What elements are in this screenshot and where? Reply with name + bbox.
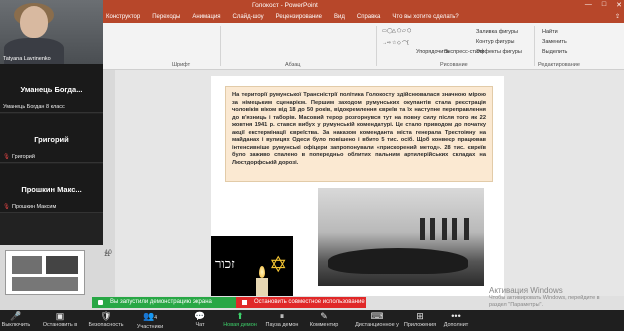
tab-animation[interactable]: Анимация	[186, 12, 226, 23]
tab-transitions[interactable]: Переходы	[146, 12, 186, 23]
pause-share-button[interactable]: ⏸ Пауза демон	[258, 311, 306, 328]
pencil-icon: ✎	[320, 311, 328, 321]
screen-share-notice: Вы запустили демонстрацию экрана	[92, 297, 258, 308]
group-editing-label: Редактирование	[538, 62, 580, 68]
slide-thumbnail-11[interactable]	[5, 250, 85, 295]
participant-label: Уманець Богдан 8 класс	[3, 104, 65, 110]
group-font-label: Шрифт	[172, 62, 191, 68]
tab-slideshow[interactable]: Слайд-шоу	[227, 12, 270, 23]
close-button[interactable]: ✕	[616, 1, 622, 9]
thumbnail-number-11: 11	[104, 252, 111, 258]
slide-stage: На території румунської Трансністрії пол…	[115, 70, 624, 310]
shapes-gallery[interactable]: ▭ ◯ △ ⬠ ▱ ⬡ → ⇨ ☆ ◇ ⌒{	[382, 28, 414, 52]
find-button[interactable]: Найти	[542, 29, 558, 35]
more-icon: •••	[451, 311, 461, 321]
slide-text-box[interactable]: На території румунської Трансністрії пол…	[225, 86, 493, 182]
select-button[interactable]: Выделить	[542, 49, 567, 55]
participant-name: Прошкин Макс...	[21, 185, 82, 194]
historical-photo[interactable]	[318, 188, 484, 286]
security-button[interactable]: 🛡 Безопасность	[82, 311, 130, 328]
participants-icon: 👥4	[143, 311, 157, 321]
microphone-icon: 🎤	[10, 311, 22, 321]
mic-muted-icon: 🎙	[3, 204, 10, 210]
stop-icon	[242, 300, 247, 305]
minimize-button[interactable]: —	[585, 1, 592, 9]
zoom-toolbar: 🎤 Выключить ▣ Остановить в 🛡 Безопасность 👥…	[0, 310, 624, 331]
participant-name: Григорий	[34, 135, 69, 144]
mic-muted-icon: 🎙	[3, 154, 10, 160]
participant-label: Григорий	[11, 154, 35, 160]
participant-tile[interactable]: Прошкин Макс... 🎙 Прошкин Максим	[0, 164, 103, 213]
participant-label: Tatyana Lavrinenko	[3, 56, 51, 62]
stop-video-button[interactable]: ▣ Остановить в	[36, 311, 84, 328]
maximize-button[interactable]: □	[602, 1, 606, 9]
group-paragraph-label: Абзац	[285, 62, 301, 68]
slide-canvas[interactable]: На території румунської Трансністрії пол…	[211, 76, 504, 310]
replace-button[interactable]: Заменить	[542, 39, 567, 45]
camera-icon: ▣	[55, 311, 65, 321]
participant-tile[interactable]: Григорий 🎙 Григорий	[0, 114, 103, 163]
window-title: Голокост - PowerPoint	[252, 2, 318, 9]
participant-face	[20, 6, 48, 38]
more-button[interactable]: ••• Дополнит	[432, 311, 480, 328]
share-screen-icon: ⬆	[236, 311, 244, 321]
participants-button[interactable]: 👥4 Участники	[126, 311, 174, 330]
candle-flame-icon	[259, 266, 265, 278]
group-drawing-label: Рисование	[440, 62, 468, 68]
participant-label: Прошкин Максим	[11, 204, 57, 210]
annotate-button[interactable]: ✎ Комментир	[300, 311, 348, 328]
windows-activation-watermark: Активация Windows Чтобы активировать Win…	[489, 286, 600, 308]
shape-effects-button[interactable]: Эффекты фигуры	[476, 49, 522, 55]
shape-outline-button[interactable]: Контур фигуры	[476, 39, 514, 45]
tell-me-search[interactable]: Что вы хотите сделать?	[386, 12, 464, 23]
tab-review[interactable]: Рецензирование	[270, 12, 328, 23]
mute-button[interactable]: 🎤 Выключить	[0, 311, 40, 328]
zoom-participant-panel: Tatyana Lavrinenko Уманець Богда... Уман…	[0, 0, 103, 245]
share-icon[interactable]: ⇪	[615, 13, 620, 20]
slide-text: На території румунської Трансністрії пол…	[232, 92, 486, 166]
participant-name: Уманець Богда...	[20, 85, 83, 94]
participants-count: 4	[154, 315, 157, 321]
zachor-word: זכור	[215, 257, 235, 272]
tab-help[interactable]: Справка	[351, 12, 387, 23]
tab-design[interactable]: Конструктор	[100, 12, 146, 23]
pause-icon: ⏸	[279, 311, 285, 321]
shield-icon: 🛡	[100, 311, 112, 321]
shape-fill-button[interactable]: Заливка фигуры	[476, 29, 518, 35]
participant-video-tile[interactable]: Tatyana Lavrinenko	[0, 0, 103, 64]
participant-tile[interactable]: Уманець Богда... Уманець Богдан 8 класс	[0, 64, 103, 113]
tab-view[interactable]: Вид	[328, 12, 351, 23]
star-of-david-icon: ✡	[269, 252, 288, 277]
stop-share-button[interactable]: Остановить совместное использование	[236, 297, 366, 308]
share-indicator-icon	[98, 300, 103, 305]
new-share-button[interactable]: ⬆ Новая демон	[216, 311, 264, 328]
